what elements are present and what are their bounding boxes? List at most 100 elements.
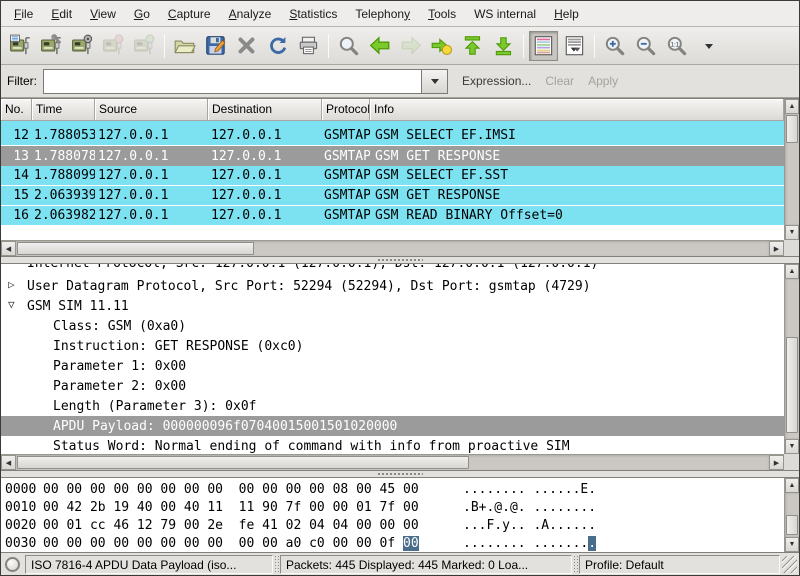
packet-cell-src: 127.0.0.1 xyxy=(95,188,208,203)
folder-open-icon xyxy=(173,34,197,58)
menu-help[interactable]: Help xyxy=(545,3,588,25)
toolbar-overflow-button[interactable] xyxy=(700,31,718,61)
save-capture-file-button[interactable] xyxy=(201,31,230,61)
column-header-time[interactable]: Time xyxy=(32,99,95,121)
go-to-first-packet-button[interactable] xyxy=(458,31,487,61)
scroll-left-icon[interactable]: ◀ xyxy=(1,241,16,256)
hex-row-0020[interactable]: 002000 01 cc 46 12 79 00 2e fe 41 02 04 … xyxy=(1,516,784,534)
expert-info-icon[interactable] xyxy=(5,557,20,572)
close-capture-file-button[interactable] xyxy=(232,31,261,61)
zoom-out-button[interactable] xyxy=(631,31,660,61)
scroll-down-icon[interactable]: ▼ xyxy=(785,439,799,454)
details-hscrollbar[interactable]: ◀ ▶ xyxy=(1,454,784,470)
hex-ascii-selected[interactable]: . xyxy=(588,536,596,551)
detail-line[interactable]: ▽GSM SIM 11.11 xyxy=(1,296,784,316)
expander-closed-icon[interactable]: ▷ xyxy=(8,278,15,291)
scroll-right-icon[interactable]: ▶ xyxy=(769,241,784,256)
column-header-no[interactable]: No. xyxy=(1,99,32,121)
hscroll-thumb[interactable] xyxy=(17,242,254,255)
detail-line[interactable]: APDU Payload: 000000096f0704001500150102… xyxy=(1,416,784,436)
open-capture-file-button[interactable] xyxy=(170,31,199,61)
menu-analyze[interactable]: Analyze xyxy=(220,3,281,25)
scroll-up-icon[interactable]: ▲ xyxy=(785,264,799,279)
packet-list-vscrollbar[interactable]: ▲ ▼ xyxy=(784,99,799,240)
scroll-down-icon[interactable]: ▼ xyxy=(785,537,799,552)
packet-row-14[interactable]: 141.788099127.0.0.1127.0.0.1GSMTAPGSM SE… xyxy=(1,166,784,186)
menu-go[interactable]: Go xyxy=(125,3,159,25)
find-packet-button[interactable] xyxy=(334,31,363,61)
filter-input[interactable] xyxy=(43,69,421,94)
print-packets-button[interactable] xyxy=(294,31,323,61)
menu-telephony[interactable]: Telephony xyxy=(346,3,419,25)
hex-ascii[interactable]: ........ ........ xyxy=(463,536,596,551)
hex-bytes[interactable]: 00 42 2b 19 40 00 40 11 11 90 7f 00 00 0… xyxy=(43,500,433,515)
scroll-up-icon[interactable]: ▲ xyxy=(785,99,799,114)
hscroll-thumb[interactable] xyxy=(17,456,469,469)
scroll-left-icon[interactable]: ◀ xyxy=(1,455,16,470)
column-header-destination[interactable]: Destination xyxy=(208,99,322,121)
vscroll-thumb[interactable] xyxy=(786,337,798,433)
filter-dropdown-button[interactable] xyxy=(421,69,448,94)
menu-view[interactable]: View xyxy=(81,3,125,25)
detail-line[interactable]: Parameter 1: 0x00 xyxy=(1,356,784,376)
zoom-100-icon: 1:1 xyxy=(665,34,689,58)
vscroll-thumb[interactable] xyxy=(786,515,798,535)
column-header-source[interactable]: Source xyxy=(95,99,208,121)
packet-row-13[interactable]: 131.788078127.0.0.1127.0.0.1GSMTAPGSM GE… xyxy=(1,146,784,166)
menu-edit[interactable]: Edit xyxy=(42,3,81,25)
colorize-packet-list-button[interactable] xyxy=(529,31,558,61)
expression-button[interactable]: Expression... xyxy=(462,74,531,88)
reload-icon xyxy=(266,34,290,58)
detail-line[interactable]: Class: GSM (0xa0) xyxy=(1,316,784,336)
menu-ws-internal[interactable]: WS internal xyxy=(465,3,545,25)
auto-scroll-button[interactable] xyxy=(560,31,589,61)
hex-byte-selected[interactable]: 00 xyxy=(403,536,419,551)
capture-options-button[interactable] xyxy=(37,31,66,61)
hex-ascii[interactable]: .B+.@.@. ........ xyxy=(463,500,596,515)
reload-capture-file-button[interactable] xyxy=(263,31,292,61)
go-to-last-packet-button[interactable] xyxy=(489,31,518,61)
hex-ascii[interactable]: ........ ......E. xyxy=(463,482,596,497)
column-header-protocol[interactable]: Protocol xyxy=(322,99,370,121)
capture-start-button[interactable] xyxy=(68,31,97,61)
packet-row-15[interactable]: 152.063939127.0.0.1127.0.0.1GSMTAPGSM GE… xyxy=(1,186,784,206)
hex-bytes[interactable]: 00 00 00 00 00 00 00 00 00 00 a0 c0 00 0… xyxy=(43,536,433,551)
detail-line[interactable]: Status Word: Normal ending of command wi… xyxy=(1,436,784,454)
vscroll-thumb[interactable] xyxy=(786,115,798,143)
column-header-info[interactable]: Info xyxy=(370,99,784,121)
scroll-right-icon[interactable]: ▶ xyxy=(769,455,784,470)
detail-line[interactable]: Instruction: GET RESPONSE (0xc0) xyxy=(1,336,784,356)
scroll-down-icon[interactable]: ▼ xyxy=(785,225,799,240)
menu-tools[interactable]: Tools xyxy=(419,3,465,25)
hex-ascii[interactable]: ...F.y.. .A...... xyxy=(463,518,596,533)
scroll-up-icon[interactable]: ▲ xyxy=(785,478,799,493)
detail-line[interactable]: ▷User Datagram Protocol, Src Port: 52294… xyxy=(1,276,784,296)
hex-row-0000[interactable]: 000000 00 00 00 00 00 00 00 00 00 00 00 … xyxy=(1,480,784,498)
zoom-in-button[interactable] xyxy=(600,31,629,61)
apply-button[interactable]: Apply xyxy=(588,74,618,88)
menu-file[interactable]: File xyxy=(5,3,42,25)
clear-button[interactable]: Clear xyxy=(545,74,574,88)
hex-vscrollbar[interactable]: ▲ ▼ xyxy=(784,478,799,552)
status-packet-counts: Packets: 445 Displayed: 445 Marked: 0 Lo… xyxy=(280,555,572,574)
packet-row-12[interactable]: 121.788053127.0.0.1127.0.0.1GSMTAPGSM SE… xyxy=(1,126,784,146)
hex-row-0010[interactable]: 001000 42 2b 19 40 00 40 11 11 90 7f 00 … xyxy=(1,498,784,516)
zoom-100-button[interactable]: 1:1 xyxy=(662,31,691,61)
expander-open-icon[interactable]: ▽ xyxy=(8,298,15,311)
hex-bytes[interactable]: 00 00 00 00 00 00 00 00 00 00 00 00 08 0… xyxy=(43,482,433,497)
packet-row-16[interactable]: 162.063982127.0.0.1127.0.0.1GSMTAPGSM RE… xyxy=(1,206,784,226)
packet-list-hscrollbar[interactable]: ◀ ▶ xyxy=(1,240,784,256)
detail-line[interactable]: Internet Protocol, Src: 127.0.0.1 (127.0… xyxy=(1,264,784,276)
list-interfaces-button[interactable] xyxy=(6,31,35,61)
hex-row-0030[interactable]: 003000 00 00 00 00 00 00 00 00 00 a0 c0 … xyxy=(1,534,784,552)
go-forward-button xyxy=(396,31,425,61)
details-vscrollbar[interactable]: ▲ ▼ xyxy=(784,264,799,454)
go-back-button[interactable] xyxy=(365,31,394,61)
menu-statistics[interactable]: Statistics xyxy=(280,3,346,25)
detail-line[interactable]: Length (Parameter 3): 0x0f xyxy=(1,396,784,416)
hex-bytes[interactable]: 00 01 cc 46 12 79 00 2e fe 41 02 04 04 0… xyxy=(43,518,433,533)
menu-capture[interactable]: Capture xyxy=(159,3,220,25)
go-to-packet-button[interactable] xyxy=(427,31,456,61)
detail-line[interactable]: Parameter 2: 0x00 xyxy=(1,376,784,396)
resize-grip[interactable] xyxy=(782,556,797,573)
